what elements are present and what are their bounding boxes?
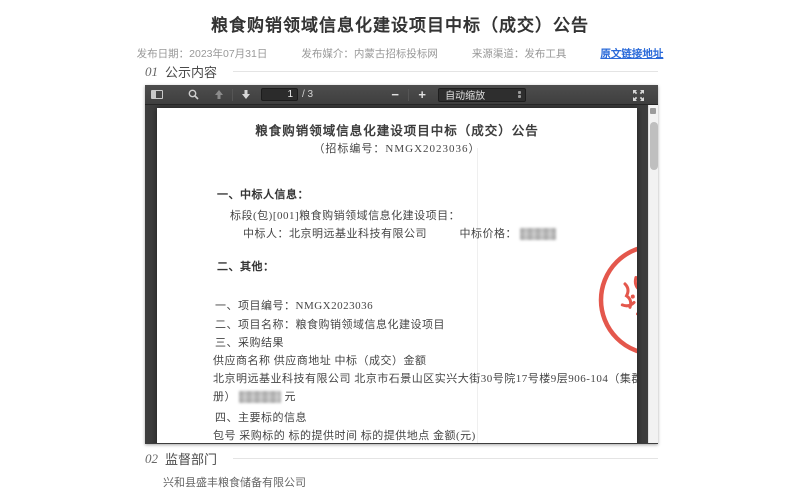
project-number-line: 一、项目编号：NMGX2023036 <box>215 297 373 313</box>
result-row-line2: 册） 元 <box>213 388 296 404</box>
arrow-down-icon <box>241 89 251 100</box>
result-row-prefix: 册） <box>213 391 236 403</box>
project-name-line: 二、项目名称：粮食购销领域信息化建设项目 <box>215 316 445 332</box>
document-title: 粮食购销领域信息化建设项目中标（成交）公告 <box>157 120 637 139</box>
result-row-line1: 北京明远基业科技有限公司 北京市石景山区实兴大街30号院17号楼9层906-10… <box>213 370 637 386</box>
original-link[interactable]: 原文链接地址 <box>600 46 663 61</box>
lot-line: 标段(包)[001]粮食购销领域信息化建设项目： <box>230 207 460 223</box>
publish-date: 发布日期：2023年07月31日 <box>137 46 268 61</box>
toolbar-separator <box>408 89 409 101</box>
page-total-label: / 3 <box>302 89 313 100</box>
search-icon <box>188 89 199 100</box>
sidebar-toggle-button[interactable] <box>149 87 165 103</box>
source-channel: 来源渠道：发布工具 <box>472 46 567 61</box>
section-number: 01 <box>145 64 158 80</box>
result-table-header: 供应商名称 供应商地址 中标（成交）金额 <box>213 352 427 368</box>
presentation-mode-button[interactable] <box>630 87 646 103</box>
zoom-out-button[interactable]: − <box>387 87 403 103</box>
arrow-up-icon <box>214 89 224 100</box>
zoom-in-button[interactable]: + <box>414 87 430 103</box>
page-title: 粮食购销领域信息化建设项目中标（成交）公告 <box>0 11 800 36</box>
meta-row: 发布日期：2023年07月31日 发布媒介：内蒙古招标投标网 来源渠道：发布工具… <box>0 46 800 61</box>
previous-page-button[interactable] <box>211 87 227 103</box>
sidebar-toggle-icon <box>151 90 163 99</box>
pdf-page: 粮食购销领域信息化建设项目中标（成交）公告 （招标编号：NMGX2023036）… <box>157 108 637 443</box>
redacted-price <box>520 228 556 240</box>
price-label: 中标价格： <box>460 228 518 240</box>
winner-line: 中标人：北京明远基业科技有限公司 中标价格： <box>243 225 556 241</box>
section-head-content: 01 公示内容 <box>145 62 658 81</box>
other-section-heading: 二、其他： <box>217 258 275 274</box>
zoom-mode-label: 自动缩放 <box>445 87 485 102</box>
scroll-marker-icon <box>650 108 656 114</box>
section-divider <box>233 458 658 459</box>
pdf-toolbar: / 3 − + 自动缩放 <box>145 85 658 105</box>
winner-name: 中标人：北京明远基业科技有限公司 <box>243 228 427 240</box>
pdf-scrollbar[interactable] <box>648 105 658 443</box>
pdf-viewer-body: 粮食购销领域信息化建设项目中标（成交）公告 （招标编号：NMGX2023036）… <box>145 105 658 443</box>
toolbar-separator <box>232 89 233 101</box>
fullscreen-icon <box>632 89 645 102</box>
subject-table-header: 包号 采购标的 标的提供时间 标的提供地点 金额(元) <box>213 427 476 443</box>
document-subtitle: （招标编号：NMGX2023036） <box>157 140 637 156</box>
next-page-button[interactable] <box>238 87 254 103</box>
section-number: 02 <box>145 451 158 467</box>
section-title-content: 公示内容 <box>165 62 217 81</box>
winner-section-heading: 一、中标人信息： <box>217 186 309 202</box>
result-row-suffix: 元 <box>285 391 297 403</box>
section-title-supervisor: 监督部门 <box>165 449 217 468</box>
dropdown-icon <box>518 91 521 98</box>
section-divider <box>233 71 658 72</box>
page-number-input[interactable] <box>261 88 298 101</box>
red-seal-stamp <box>595 240 637 360</box>
zoom-mode-select[interactable]: 自动缩放 <box>438 88 526 102</box>
redacted-amount <box>239 391 281 403</box>
scrollbar-thumb[interactable] <box>650 122 658 170</box>
page-fold-line <box>477 148 478 443</box>
subject-heading-line: 四、主要标的信息 <box>215 409 307 425</box>
page-header: 粮食购销领域信息化建设项目中标（成交）公告 发布日期：2023年07月31日 发… <box>0 0 800 61</box>
section-head-supervisor: 02 监督部门 <box>145 449 658 468</box>
search-button[interactable] <box>185 87 201 103</box>
pdf-viewer: / 3 − + 自动缩放 粮食购销领域信息化建设项目中标（成交）公告 （招标编号… <box>145 85 658 444</box>
publish-medium: 发布媒介：内蒙古招标投标网 <box>301 46 438 61</box>
supervisor-company: 兴和县盛丰粮食储备有限公司 <box>163 474 306 490</box>
result-heading-line: 三、采购结果 <box>215 334 284 350</box>
